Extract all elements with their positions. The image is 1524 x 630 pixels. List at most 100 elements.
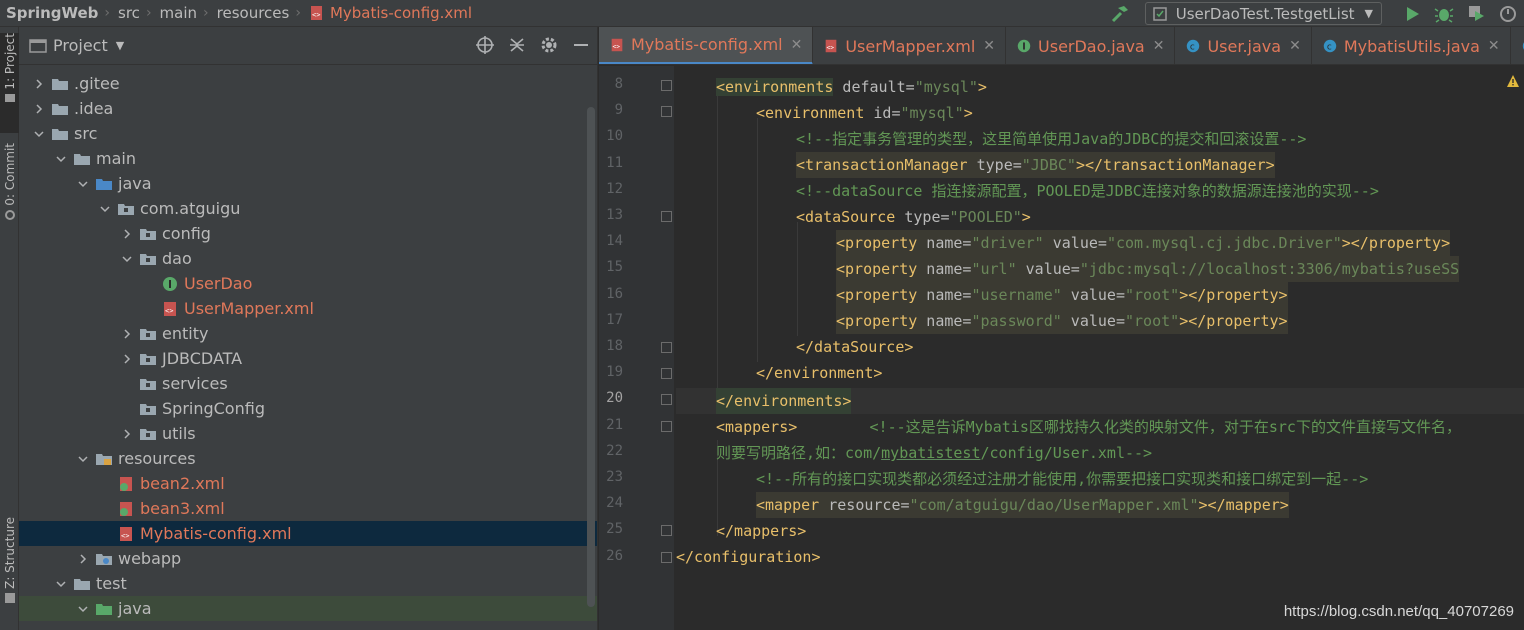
tree-item[interactable]: webapp [19,546,597,571]
chevron-down-icon[interactable] [56,579,66,589]
run-icon[interactable] [1401,3,1423,25]
code-area[interactable]: <environments default="mysql"> <environm… [676,66,1524,630]
side-tab-structure[interactable]: Z: Structure [0,517,19,622]
fold-marker[interactable] [661,342,672,353]
tree-item[interactable]: entity [19,321,597,346]
tree-item[interactable]: main [19,146,597,171]
tree-toggle[interactable] [119,326,135,342]
close-icon[interactable]: ✕ [1488,38,1500,54]
close-icon[interactable]: ✕ [791,37,803,53]
code-line-11: <transactionManager type="JDBC"></transa… [796,152,1275,178]
tree-toggle[interactable] [119,226,135,242]
run-configuration-select[interactable]: UserDaoTest.TestgetList ▼ [1144,2,1382,25]
tree-toggle[interactable] [75,176,91,192]
tree-toggle[interactable] [119,251,135,267]
chevron-right-icon[interactable] [34,78,44,89]
side-tab-commit[interactable]: 0: Commit [0,143,19,233]
fold-marker[interactable] [661,368,672,380]
editor-tab[interactable]: cUser [1511,27,1524,64]
tree-item-label: src [74,124,98,143]
tree-toggle[interactable] [75,551,91,567]
project-scrollbar[interactable] [587,107,595,607]
code-editor[interactable]: 8 9 10 11 12 13 14 15 16 17 18 19 20 21 22 23 24 25 26 <en… [599,66,1524,630]
tree-toggle[interactable] [31,126,47,142]
tree-toggle[interactable] [75,601,91,617]
editor-tab[interactable]: c MybatisUtils.java ✕ [1312,27,1511,64]
coverage-icon[interactable] [1465,3,1487,25]
breadcrumb-main[interactable]: main [154,0,201,27]
chevron-right-icon[interactable] [78,553,88,564]
tree-toggle[interactable] [119,426,135,442]
tree-item[interactable]: JDBCDATA [19,346,597,371]
breadcrumb-src[interactable]: src [112,0,144,27]
editor-tab[interactable]: <> UserMapper.xml ✕ [813,27,1007,64]
chevron-down-icon[interactable] [78,179,88,189]
breadcrumb-project[interactable]: SpringWeb [0,0,102,27]
chevron-right-icon[interactable] [34,103,44,114]
editor-tab[interactable]: c User.java ✕ [1175,27,1312,64]
tree-toggle[interactable] [31,101,47,117]
tree-item[interactable]: com.atguigu [19,196,597,221]
tree-item[interactable]: utils [19,421,597,446]
project-panel-title[interactable]: Project [53,36,108,55]
chevron-down-icon[interactable]: ▼ [116,39,124,52]
debug-bug-icon[interactable] [1433,3,1455,25]
tree-item[interactable]: services [19,371,597,396]
tree-item[interactable]: bean3.xml [19,496,597,521]
tree-item[interactable]: config [19,221,597,246]
watermark: https://blog.csdn.net/qq_40707269 [1283,603,1514,620]
chevron-down-icon[interactable] [122,254,132,264]
fold-marker[interactable] [661,106,672,118]
tree-toggle[interactable] [119,351,135,367]
tree-toggle[interactable] [97,201,113,217]
fold-marker[interactable] [661,551,672,563]
tree-item[interactable]: src [19,121,597,146]
chevron-down-icon[interactable] [78,604,88,614]
tree-toggle[interactable] [31,76,47,92]
fold-marker[interactable] [661,420,672,432]
chevron-down-icon[interactable] [78,454,88,464]
chevron-right-icon[interactable] [122,353,132,364]
tree-item[interactable]: SpringConfig [19,396,597,421]
tree-item[interactable]: dao [19,246,597,271]
test-folder-icon [96,603,112,615]
fold-marker[interactable] [661,525,672,537]
build-hammer-icon[interactable] [1109,3,1131,25]
fold-marker[interactable] [661,80,672,91]
editor-tab[interactable]: UserDao.java ✕ [1006,27,1176,64]
breadcrumb-file[interactable]: <> Mybatis-config.xml [303,0,476,27]
locate-crosshair-icon[interactable] [475,35,495,55]
tree-item[interactable]: java [19,171,597,196]
tree-item[interactable]: bean2.xml [19,471,597,496]
tree-toggle[interactable] [53,576,69,592]
breadcrumb-resources[interactable]: resources [211,0,294,27]
tree-item[interactable]: <> UserMapper.xml [19,296,597,321]
chevron-down-icon[interactable] [100,204,110,214]
tree-item[interactable]: .gitee [19,71,597,96]
gear-icon[interactable] [539,35,559,55]
tree-item[interactable]: java [19,596,597,621]
chevron-down-icon[interactable] [56,154,66,164]
chevron-right-icon[interactable] [122,428,132,439]
close-icon[interactable]: ✕ [1289,38,1301,54]
close-icon[interactable]: ✕ [983,38,995,54]
collapse-all-icon[interactable] [507,35,527,55]
minimize-icon[interactable] [571,35,591,55]
fold-marker[interactable] [661,394,672,406]
tree-item[interactable]: <> Mybatis-config.xml [19,521,597,546]
editor-tab[interactable]: <> Mybatis-config.xml ✕ [599,27,814,64]
side-tab-project[interactable]: 1: Project [0,33,19,133]
tree-toggle[interactable] [53,151,69,167]
warning-icon[interactable] [1506,74,1520,88]
tree-item[interactable]: resources [19,446,597,471]
chevron-right-icon[interactable] [122,228,132,239]
tree-item[interactable]: UserDao [19,271,597,296]
chevron-down-icon[interactable] [34,129,44,139]
tree-item[interactable]: .idea [19,96,597,121]
tree-toggle[interactable] [75,451,91,467]
close-icon[interactable]: ✕ [1153,38,1165,54]
fold-marker[interactable] [661,211,672,222]
chevron-right-icon[interactable] [122,328,132,339]
profiler-icon[interactable] [1497,3,1519,25]
tree-item[interactable]: test [19,571,597,596]
